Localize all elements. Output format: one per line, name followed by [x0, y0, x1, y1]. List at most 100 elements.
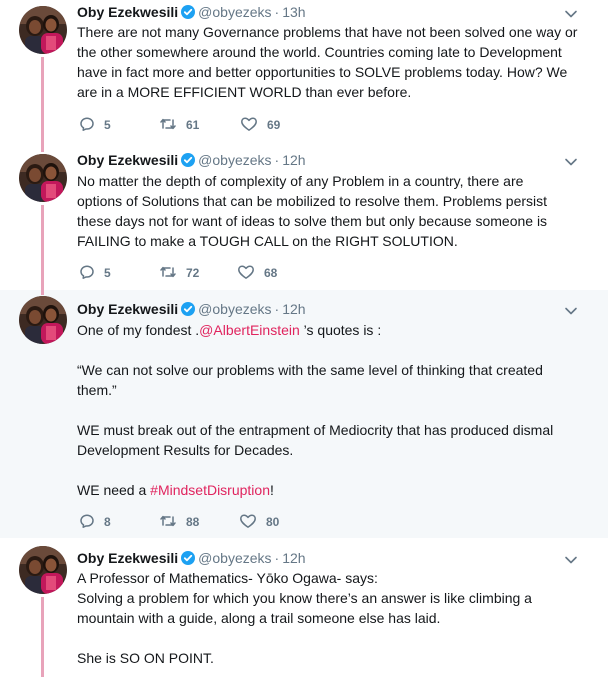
tweet-need-line: WE need a #MindsetDisruption! [77, 480, 585, 500]
tweet-timestamp[interactable]: 12h [282, 550, 305, 566]
caret-down-icon[interactable] [564, 304, 578, 318]
reply-icon [79, 513, 104, 532]
author-handle[interactable]: @obyezeks [198, 4, 271, 20]
reply-button[interactable]: 5 [79, 263, 111, 283]
separator-dot: · [274, 4, 280, 20]
like-count: 69 [267, 118, 281, 132]
like-icon [237, 264, 264, 283]
verified-badge-icon [181, 550, 196, 570]
verified-badge-icon [181, 301, 196, 321]
avatar[interactable] [19, 546, 67, 594]
tweet-text: A Professor of Mathematics- Yōko Ogawa- … [77, 568, 585, 668]
separator-dot: · [274, 301, 280, 317]
reply-icon [79, 264, 104, 283]
tweet-text-line: these days not for want of ideas to solv… [77, 213, 548, 229]
author-handle[interactable]: @obyezeks [198, 550, 271, 566]
separator-dot: · [274, 152, 280, 168]
tweet-text-line: There are not many Governance problems t… [77, 24, 578, 40]
tweet-text-segment: One of my fondest . [77, 322, 200, 338]
avatar[interactable] [19, 154, 67, 202]
thread-connector [41, 205, 44, 290]
tweet-2[interactable]: Oby Ezekwesili @obyezeks · 12h No matter th… [0, 147, 608, 290]
retweet-button[interactable]: 88 [159, 512, 199, 532]
like-button[interactable]: 80 [239, 512, 279, 532]
tweet-text-line: options of Solutions that can be mobiliz… [77, 193, 548, 209]
like-count: 68 [264, 266, 278, 280]
reply-button[interactable]: 8 [79, 512, 111, 532]
tweet-thread: Oby Ezekwesili @obyezeks · 13h There are no… [0, 0, 608, 677]
reply-button[interactable]: 5 [79, 115, 111, 135]
thread-connector [41, 57, 44, 147]
tweet-header: Oby Ezekwesili @obyezeks · 12h [77, 299, 568, 319]
retweet-button[interactable]: 72 [159, 263, 199, 283]
like-button[interactable]: 69 [240, 115, 280, 135]
author-handle[interactable]: @obyezeks [198, 301, 271, 317]
tweet-header: Oby Ezekwesili @obyezeks · 12h [77, 548, 568, 568]
tweet-4[interactable]: Oby Ezekwesili @obyezeks · 12h A Professor … [0, 538, 608, 677]
thread-connector [41, 597, 44, 677]
avatar[interactable] [19, 6, 67, 54]
tweet-timestamp[interactable]: 12h [282, 152, 305, 168]
tweet-text-line: No matter the depth of complexity of any… [77, 173, 524, 189]
retweet-button[interactable]: 61 [159, 115, 199, 135]
author-name[interactable]: Oby Ezekwesili [77, 152, 178, 168]
tweet-text: No matter the depth of complexity of any… [77, 171, 585, 251]
mention-link[interactable]: @AlbertEinstein [199, 322, 300, 338]
tweet-timestamp[interactable]: 13h [282, 4, 305, 20]
tweet-intro-line: One of my fondest .@AlbertEinstein ’s qu… [77, 320, 585, 340]
tweet-text-line: “We can not solve our problems with the … [77, 362, 543, 378]
tweet-text-line: Development Results for Decades. [77, 442, 294, 458]
tweet-actions: 8 88 80 [77, 512, 297, 532]
tweet-3[interactable]: Oby Ezekwesili @obyezeks · 12h One of my fo… [0, 290, 608, 538]
caret-down-icon[interactable] [564, 155, 578, 169]
hashtag-link[interactable]: #MindsetDisruption [150, 482, 270, 498]
retweet-count: 72 [186, 266, 200, 280]
reply-count: 5 [104, 118, 111, 132]
like-button[interactable]: 68 [237, 263, 277, 283]
like-icon [240, 116, 267, 135]
caret-down-icon[interactable] [564, 7, 578, 21]
tweet-text-line: She is SO ON POINT. [77, 650, 214, 666]
author-name[interactable]: Oby Ezekwesili [77, 4, 178, 20]
reply-count: 8 [104, 515, 111, 529]
thread-connector [41, 147, 44, 152]
tweet-header: Oby Ezekwesili @obyezeks · 13h [77, 2, 568, 22]
tweet-text-line: have in fact more and better opportuniti… [77, 64, 568, 80]
author-handle[interactable]: @obyezeks [198, 152, 271, 168]
thread-connector [41, 290, 44, 295]
author-name[interactable]: Oby Ezekwesili [77, 301, 178, 317]
reply-count: 5 [104, 266, 111, 280]
tweet-1[interactable]: Oby Ezekwesili @obyezeks · 13h There are no… [0, 0, 608, 147]
tweet-text-segment: WE need a [77, 482, 151, 498]
tweet-text-line: them.” [77, 382, 117, 398]
tweet-header: Oby Ezekwesili @obyezeks · 12h [77, 150, 568, 170]
verified-badge-icon [181, 152, 196, 172]
avatar[interactable] [19, 296, 67, 344]
retweet-icon [159, 264, 186, 283]
tweet-text-segment: ’s quotes is : [299, 322, 382, 338]
retweet-count: 88 [186, 515, 200, 529]
tweet-text-line: WE must break out of the entrapment of M… [77, 422, 554, 438]
tweet-text-line: are in a MORE EFFICIENT WORLD than ever … [77, 84, 412, 100]
tweet-text-segment: ! [270, 482, 274, 498]
tweet-text-line: FAILING to make a TOUGH CALL on the RIGH… [77, 233, 458, 249]
retweet-icon [159, 513, 186, 532]
reply-icon [79, 116, 104, 135]
separator-dot: · [274, 550, 280, 566]
tweet-timestamp[interactable]: 12h [282, 301, 305, 317]
tweet-text: There are not many Governance problems t… [77, 22, 585, 102]
caret-down-icon[interactable] [564, 553, 578, 567]
author-name[interactable]: Oby Ezekwesili [77, 550, 178, 566]
tweet-text-line: mountain with a guide, along a trail som… [77, 610, 441, 626]
tweet-actions: 5 72 68 [77, 263, 297, 283]
tweet-text-line: the other somewhere around the world. Co… [77, 44, 562, 60]
verified-badge-icon [181, 4, 196, 24]
retweet-icon [159, 116, 186, 135]
like-count: 80 [266, 515, 280, 529]
like-icon [239, 513, 266, 532]
tweet-text-line: A Professor of Mathematics- Yōko Ogawa- … [77, 570, 378, 586]
